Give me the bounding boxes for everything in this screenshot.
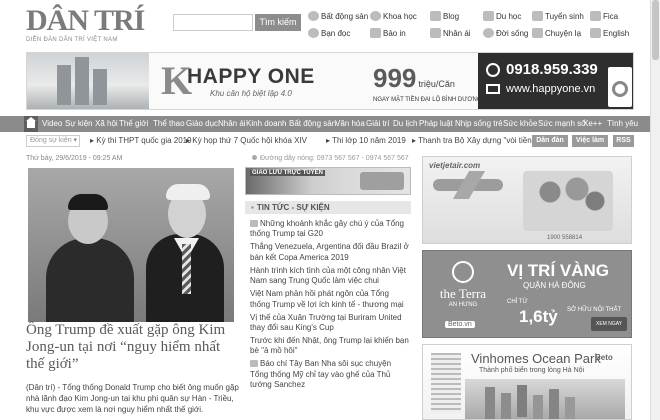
bulb-icon bbox=[370, 11, 381, 21]
nav-the-thao[interactable]: Thể thao bbox=[153, 116, 185, 132]
blog-icon bbox=[430, 11, 441, 21]
web-icon bbox=[486, 84, 500, 94]
terra-logo: the Terra AN HƯNG bbox=[433, 261, 493, 308]
star-icon bbox=[532, 28, 543, 38]
headline-title[interactable]: Ông Trump đề xuất gặp ông Kim Jong-un tạ… bbox=[26, 322, 240, 373]
people-icon bbox=[532, 11, 543, 21]
family-photo bbox=[523, 171, 613, 231]
quick-link-doi-song[interactable]: Đời sống bbox=[483, 28, 528, 40]
photo-icon bbox=[250, 220, 258, 227]
quick-link-english[interactable]: English bbox=[590, 28, 629, 40]
quick-link-du-hoc[interactable]: Du học bbox=[483, 11, 521, 23]
vinhomes-ad[interactable]: Vinhomes Ocean Park Beto Thành phố biển … bbox=[422, 344, 632, 420]
trending-link[interactable]: ▸ Kỳ thi THPT quốc gia 2019 bbox=[90, 135, 192, 147]
nav-tinh-yeu[interactable]: Tình yêu bbox=[607, 116, 638, 132]
quick-link-tuyen-sinh[interactable]: Tuyển sinh bbox=[532, 11, 584, 23]
nav-nhip-song-tre[interactable]: Nhịp sống trẻ bbox=[455, 116, 503, 132]
dan-dan-button[interactable]: Dân đàn bbox=[532, 135, 568, 147]
quick-link-khoa-hoc[interactable]: Khoa học bbox=[370, 11, 417, 23]
nav-suc-manh-so[interactable]: Sức mạnh số bbox=[538, 116, 586, 132]
article-date: Thứ bảy, 29/6/2019 - 09:25 AM bbox=[26, 155, 123, 162]
list-item[interactable]: Trước khi đến Nhật, ông Trump lại khiến … bbox=[250, 336, 410, 357]
nav-giai-tri[interactable]: Giải trí bbox=[366, 116, 390, 132]
quick-link-chuyen-la[interactable]: Chuyện lạ bbox=[532, 28, 581, 40]
list-item[interactable]: Những khoảnh khắc gây chú ý của Tổng thố… bbox=[250, 219, 410, 240]
happyone-logo: K HAPPY ONE Khu căn hộ biệt lập 4.0 bbox=[161, 58, 315, 103]
list-item[interactable]: Việt Nam phản hồi phát ngôn của Tổng thố… bbox=[250, 289, 410, 310]
heart-icon bbox=[430, 28, 441, 38]
quick-link-ban-doc[interactable]: Bạn đọc bbox=[308, 28, 350, 40]
viec-lam-button[interactable]: Việc làm bbox=[572, 135, 608, 147]
trending-bar: Đóng sự kiện ▸ Kỳ thi THPT quốc gia 2019… bbox=[26, 135, 634, 148]
section-title: TIN TỨC - SỰ KIỆN bbox=[245, 201, 411, 214]
banner-price: 999 triệu/Căn NGAY MẶT TIỀN ĐẠI LỘ BÌNH D… bbox=[373, 63, 482, 103]
hotline: Đường dây nóng: 0973 567 567 - 0974 567 … bbox=[252, 155, 409, 162]
house-icon bbox=[308, 11, 319, 21]
city-photo bbox=[465, 379, 625, 419]
site-logo[interactable]: DÂN TRÍ DIỄN ĐÀN DÂN TRÍ VIỆT NAM bbox=[26, 4, 145, 44]
nav-nhan-ai[interactable]: Nhân ái bbox=[218, 116, 246, 132]
trending-link[interactable]: ▸ Thi lớp 10 năm 2019 bbox=[326, 135, 406, 147]
nav-van-hoa[interactable]: Văn hóa bbox=[335, 116, 365, 132]
nav-du-lich[interactable]: Du lịch bbox=[393, 116, 417, 132]
list-item[interactable]: Hành trình kích tình của một công nhân V… bbox=[250, 266, 410, 287]
rss-button[interactable]: RSS bbox=[613, 135, 634, 147]
reader-icon bbox=[308, 28, 319, 38]
trending-select[interactable]: Đóng sự kiện bbox=[26, 135, 80, 147]
list-item[interactable]: Thắng Venezuela, Argentina đối đầu Brazi… bbox=[250, 242, 410, 263]
top-banner-ad[interactable]: K HAPPY ONE Khu căn hộ biệt lập 4.0 999 t… bbox=[26, 52, 634, 110]
nav-su-kien[interactable]: Sự kiện bbox=[65, 116, 93, 132]
airline-ad[interactable]: vietjetair.com 1900 558814 bbox=[422, 156, 632, 244]
quick-link-bat-dong-san[interactable]: Bất động sản bbox=[308, 11, 368, 23]
quick-link-nhan-ai[interactable]: Nhân ái bbox=[430, 28, 471, 40]
site-header: DÂN TRÍ DIỄN ĐÀN DÂN TRÍ VIỆT NAM Tìm ki… bbox=[0, 0, 660, 50]
flag-icon bbox=[590, 28, 601, 38]
live-exchange-ad[interactable]: GIAO LƯU TRỰC TUYẾN bbox=[245, 167, 411, 195]
list-item[interactable]: Báo chí Tây Ban Nha sôi sục chuyện Tổng … bbox=[250, 359, 410, 390]
trending-link[interactable]: ▸ Kỳ họp thứ 7 Quốc hội khóa XIV bbox=[186, 135, 307, 147]
fica-icon bbox=[590, 11, 601, 21]
nav-xe[interactable]: Xe++ bbox=[583, 116, 602, 132]
scrollbar[interactable] bbox=[650, 0, 660, 420]
home-icon[interactable] bbox=[24, 116, 38, 132]
headline-lead: (Dân trí) - Tổng thống Donald Trump cho … bbox=[26, 383, 239, 414]
life-icon bbox=[483, 28, 494, 38]
phone-icon bbox=[486, 63, 500, 77]
list-item[interactable]: Vị thế của Xuân Trường tại Buriram Unite… bbox=[250, 313, 410, 334]
photo-icon bbox=[250, 360, 258, 368]
quick-link-bao-in[interactable]: Bảo in bbox=[370, 28, 406, 40]
seal-icon bbox=[608, 67, 632, 107]
plane-icon bbox=[433, 179, 503, 191]
nav-phap-luat[interactable]: Pháp luật bbox=[419, 116, 453, 132]
quick-link-fica[interactable]: Fica bbox=[590, 11, 618, 23]
print-icon bbox=[370, 28, 381, 38]
nav-kinh-doanh[interactable]: Kinh doanh bbox=[246, 116, 286, 132]
nav-xa-hoi[interactable]: Xã hội bbox=[95, 116, 118, 132]
search-input[interactable] bbox=[173, 14, 253, 31]
terra-ad[interactable]: the Terra AN HƯNG Beto.vn VỊ TRÍ VÀNG QUẬ… bbox=[422, 250, 632, 338]
headline-photo[interactable] bbox=[28, 168, 234, 322]
phone-dot-icon bbox=[252, 155, 257, 160]
logo-text: DÂN TRÍ bbox=[26, 4, 145, 37]
nav-video[interactable]: Video bbox=[42, 116, 62, 132]
trending-link[interactable]: ▸ Thanh tra Bộ Xây dựng "vòi tiền" bbox=[412, 135, 535, 147]
logo-tagline: DIỄN ĐÀN DÂN TRÍ VIỆT NAM bbox=[26, 37, 118, 43]
vinhomes-logo bbox=[431, 353, 461, 413]
nav-giao-duc[interactable]: Giáo dục bbox=[186, 116, 218, 132]
news-list: Những khoảnh khắc gây chú ý của Tổng thố… bbox=[250, 219, 410, 393]
main-nav: Video Sự kiện Xã hội Thế giới Thể thao G… bbox=[0, 116, 660, 132]
nav-bat-dong-san[interactable]: Bất động sản bbox=[289, 116, 336, 132]
search-button[interactable]: Tìm kiếm bbox=[255, 14, 301, 31]
nav-suc-khoe[interactable]: Sức khỏe bbox=[503, 116, 537, 132]
graduation-icon bbox=[483, 11, 494, 21]
banner-contact: 0918.959.339 www.happyone.vn bbox=[478, 53, 633, 109]
see-now-button[interactable]: XEM NGAY bbox=[591, 317, 627, 331]
building-photo bbox=[27, 53, 149, 109]
nav-the-gioi[interactable]: Thế giới bbox=[119, 116, 148, 132]
scrollbar-thumb[interactable] bbox=[652, 0, 659, 60]
quick-link-blog[interactable]: Blog bbox=[430, 11, 459, 23]
